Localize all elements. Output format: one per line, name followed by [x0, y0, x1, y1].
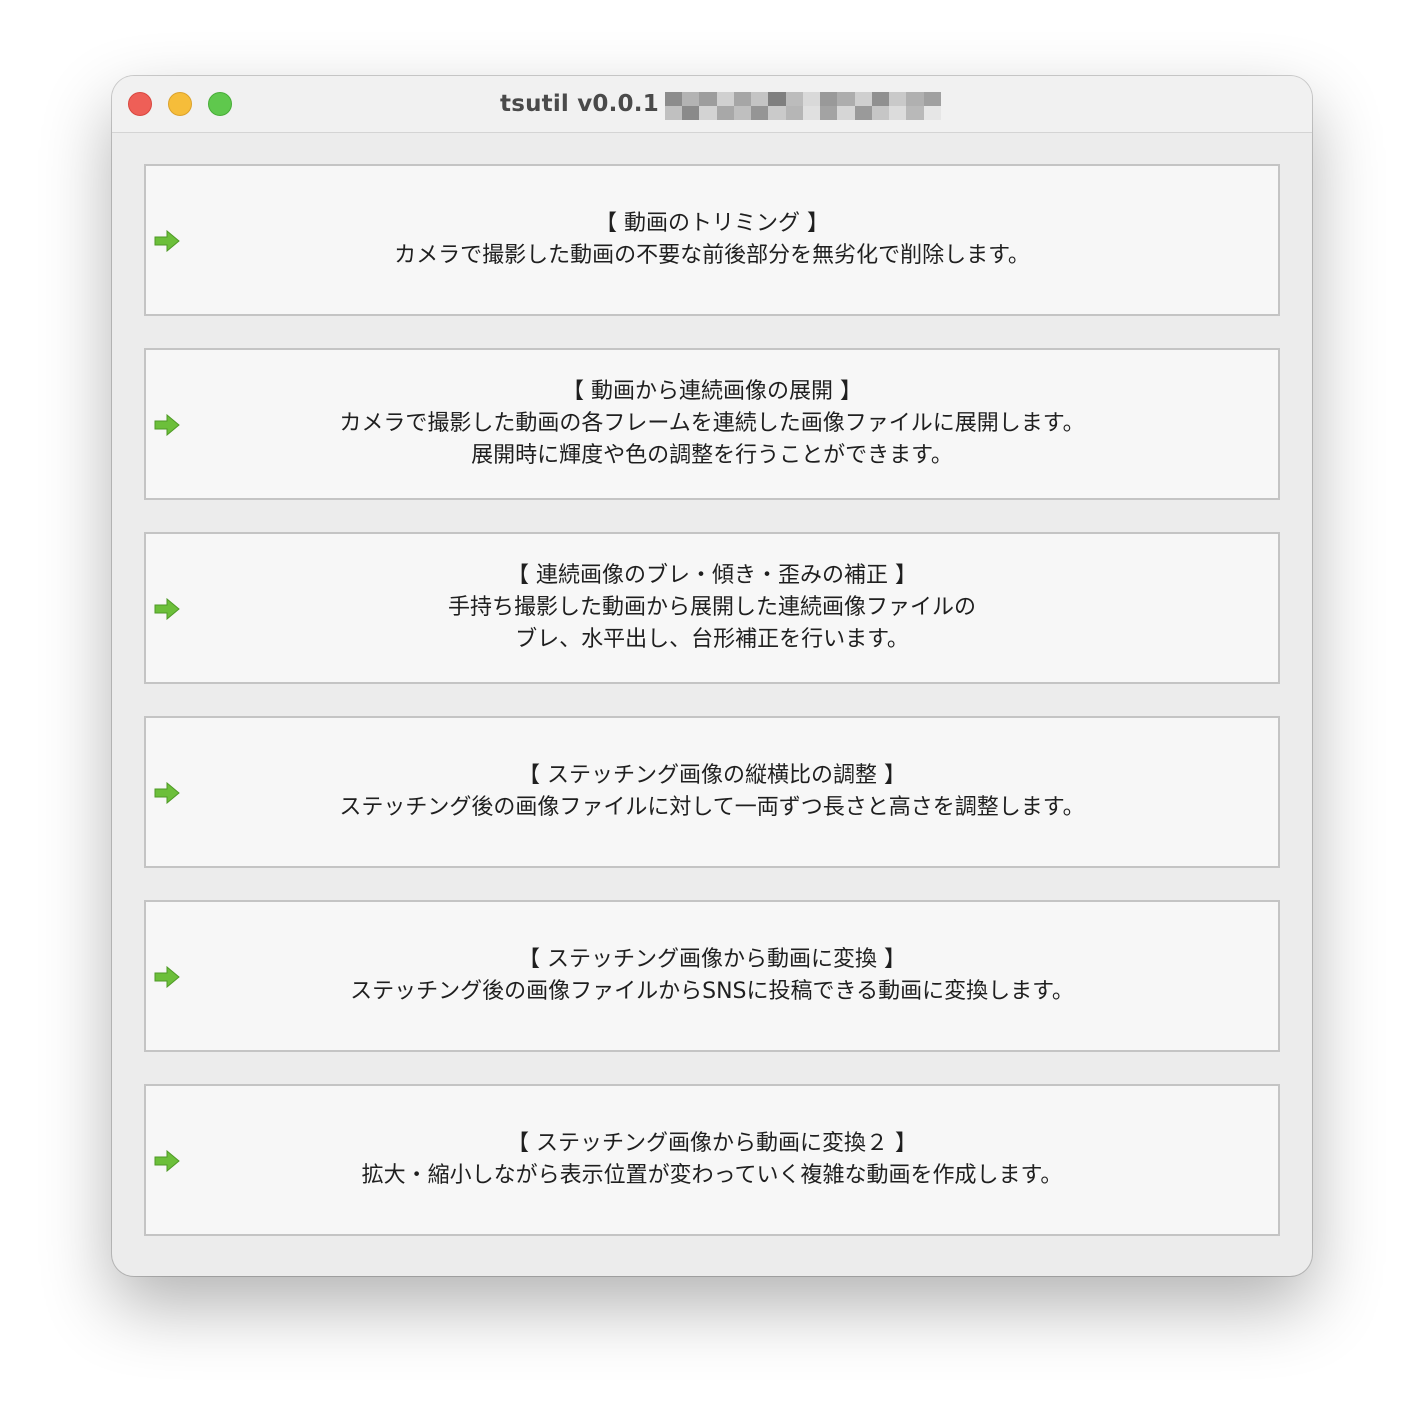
redaction-block	[682, 106, 700, 120]
menu-item-heading: 【 ステッチング画像から動画に変換２ 】	[507, 1131, 917, 1156]
green-right-arrow-icon	[154, 782, 180, 804]
redaction-block	[854, 92, 872, 106]
menu-item-description: カメラで撮影した動画の各フレームを連続した画像ファイルに展開します。	[339, 411, 1085, 436]
window-title: tsutil v0.0.1	[500, 91, 659, 117]
redaction-block	[699, 92, 717, 106]
menu-item-heading: 【 動画のトリミング 】	[595, 211, 829, 236]
redaction-block	[716, 106, 734, 120]
redaction-block	[837, 106, 855, 120]
menu-item-text: 【 ステッチング画像から動画に変換２ 】 拡大・縮小しながら表示位置が変わってい…	[186, 1086, 1238, 1234]
menu-item-text: 【 連続画像のブレ・傾き・歪みの補正 】 手持ち撮影した動画から展開した連続画像…	[186, 534, 1238, 682]
menu-item-heading: 【 動画から連続画像の展開 】	[562, 379, 862, 404]
green-right-arrow-icon	[154, 1150, 180, 1172]
menu-item-stabilize-correct[interactable]: 【 連続画像のブレ・傾き・歪みの補正 】 手持ち撮影した動画から展開した連続画像…	[144, 532, 1280, 684]
menu-item-heading: 【 ステッチング画像から動画に変換 】	[518, 947, 906, 972]
redacted-title-suffix	[664, 92, 941, 120]
menu-item-text: 【 ステッチング画像の縦横比の調整 】 ステッチング後の画像ファイルに対して一両…	[186, 718, 1238, 866]
menu-item-aspect-ratio[interactable]: 【 ステッチング画像の縦横比の調整 】 ステッチング後の画像ファイルに対して一両…	[144, 716, 1280, 868]
green-right-arrow-icon	[154, 966, 180, 988]
maximize-window-button[interactable]	[208, 92, 232, 116]
redaction-block	[664, 106, 683, 120]
menu-item-description: 展開時に輝度や色の調整を行うことができます。	[471, 443, 953, 468]
redaction-block	[871, 106, 890, 120]
redaction-block	[664, 92, 683, 106]
redaction-block	[906, 92, 924, 106]
menu-item-description: カメラで撮影した動画の不要な前後部分を無劣化で削除します。	[394, 243, 1030, 268]
redaction-block	[699, 106, 717, 120]
redaction-block	[768, 92, 786, 106]
redaction-block	[733, 106, 752, 120]
redaction-block	[837, 92, 855, 106]
redaction-block	[716, 92, 734, 106]
redaction-block	[751, 106, 769, 120]
green-right-arrow-icon	[154, 230, 180, 252]
redaction-block	[889, 92, 907, 106]
redaction-block	[682, 92, 700, 106]
menu-item-heading: 【 連続画像のブレ・傾き・歪みの補正 】	[507, 563, 917, 588]
close-window-button[interactable]	[128, 92, 152, 116]
menu-item-text: 【 動画から連続画像の展開 】 カメラで撮影した動画の各フレームを連続した画像フ…	[186, 350, 1238, 498]
redaction-block	[751, 92, 769, 106]
redaction-block	[889, 106, 907, 120]
title-bar[interactable]: tsutil v0.0.1	[112, 76, 1312, 133]
menu-item-description: ステッチング後の画像ファイルに対して一両ずつ長さと高さを調整します。	[339, 795, 1085, 820]
redaction-block	[785, 92, 803, 106]
window-title-group: tsutil v0.0.1	[500, 88, 941, 120]
menu-item-description: 拡大・縮小しながら表示位置が変わっていく複雑な動画を作成します。	[361, 1163, 1063, 1188]
menu-item-description: ブレ、水平出し、台形補正を行います。	[515, 627, 909, 652]
menu-item-text: 【 ステッチング画像から動画に変換 】 ステッチング後の画像ファイルからSNSに…	[186, 902, 1238, 1050]
menu-item-convert-to-video[interactable]: 【 ステッチング画像から動画に変換 】 ステッチング後の画像ファイルからSNSに…	[144, 900, 1280, 1052]
app-window: tsutil v0.0.1 【 動画のトリミング 】 カメラで撮影した動画の不要…	[112, 76, 1312, 1276]
menu-item-extract-frames[interactable]: 【 動画から連続画像の展開 】 カメラで撮影した動画の各フレームを連続した画像フ…	[144, 348, 1280, 500]
redaction-block	[854, 106, 872, 120]
redaction-block	[802, 106, 821, 120]
menu-item-video-trimming[interactable]: 【 動画のトリミング 】 カメラで撮影した動画の不要な前後部分を無劣化で削除しま…	[144, 164, 1280, 316]
redaction-block	[871, 92, 890, 106]
redaction-block	[906, 106, 924, 120]
redaction-block	[802, 92, 821, 106]
minimize-window-button[interactable]	[168, 92, 192, 116]
redaction-block	[923, 92, 941, 106]
redaction-block	[785, 106, 803, 120]
menu-item-convert-to-video-2[interactable]: 【 ステッチング画像から動画に変換２ 】 拡大・縮小しながら表示位置が変わってい…	[144, 1084, 1280, 1236]
redaction-block	[768, 106, 786, 120]
green-right-arrow-icon	[154, 414, 180, 436]
redaction-block	[733, 92, 752, 106]
menu-item-description: ステッチング後の画像ファイルからSNSに投稿できる動画に変換します。	[350, 979, 1074, 1004]
menu-item-heading: 【 ステッチング画像の縦横比の調整 】	[518, 763, 906, 788]
redaction-block	[820, 106, 838, 120]
green-right-arrow-icon	[154, 598, 180, 620]
menu-item-description: 手持ち撮影した動画から展開した連続画像ファイルの	[447, 595, 976, 620]
menu-item-text: 【 動画のトリミング 】 カメラで撮影した動画の不要な前後部分を無劣化で削除しま…	[186, 166, 1238, 314]
redaction-block	[820, 92, 838, 106]
redaction-block	[923, 106, 941, 120]
